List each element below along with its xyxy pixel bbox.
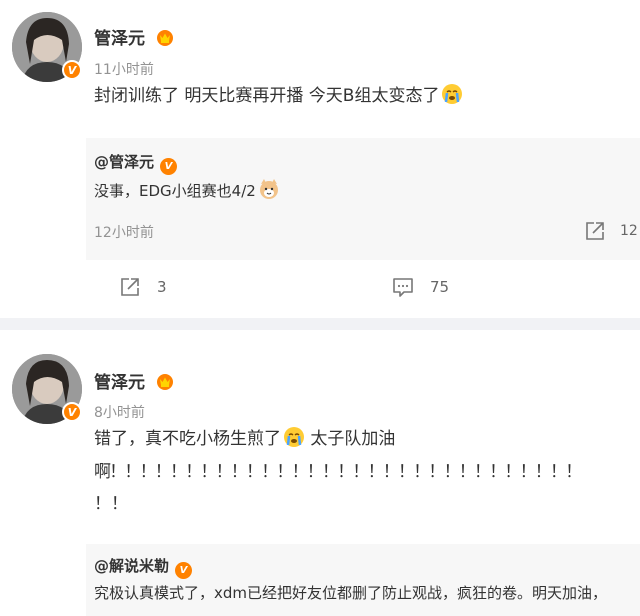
verified-badge-icon: V (62, 60, 82, 80)
verified-badge-icon: V (175, 562, 193, 579)
post-text-line2: 啊！！！！！！！！！！！！！！！！！！！！！！！！！！！！！！！ (94, 462, 582, 482)
post-text-line: 错了，真不吃小杨生煎了 (94, 429, 281, 449)
post-text-line3: ！！ (94, 494, 128, 514)
repost-share-button[interactable]: 12 (584, 220, 638, 242)
share-count: 3 (157, 278, 167, 296)
post-text: 错了，真不吃小杨生煎了 太子队加油 (94, 423, 395, 456)
verified-badge-icon: V (62, 402, 82, 422)
repost-author-text: @管泽元 (94, 153, 155, 171)
comment-icon (393, 278, 413, 297)
feed-post: V 管泽元 8小时前 错了，真不吃小杨生煎了 太子队加油 啊！！！！！！！！！！… (0, 330, 640, 616)
repost-block[interactable]: @解说米勒 V 究极认真模式了，xdm已经把好友位都删了防止观战，疯狂的卷。明天加… (86, 544, 640, 616)
comment-button[interactable]: 75 (392, 276, 449, 298)
cat-emoji-icon (259, 179, 278, 199)
author-name[interactable]: 管泽元 (94, 24, 175, 49)
share-icon (586, 222, 604, 240)
crown-icon (156, 374, 173, 390)
feed-divider (0, 318, 640, 330)
share-button[interactable]: 3 (119, 276, 167, 298)
repost-author[interactable]: @管泽元 V (94, 151, 178, 175)
post-text: 封闭训练了 明天比赛再开播 今天B组太变态了 (94, 80, 463, 113)
repost-author[interactable]: @解说米勒 V (94, 555, 193, 579)
post-time[interactable]: 8小时前 (94, 402, 145, 422)
feed-post: V 管泽元 11小时前 封闭训练了 明天比赛再开播 今天B组太变态了 @管泽元 V… (0, 0, 640, 318)
author-name[interactable]: 管泽元 (94, 368, 175, 393)
author-name-text: 管泽元 (94, 29, 145, 49)
comment-count: 75 (430, 278, 450, 296)
repost-block[interactable]: @管泽元 V 没事，EDG小组赛也4/2 12小时前 12 (86, 138, 640, 260)
author-name-text: 管泽元 (94, 373, 145, 393)
post-text-line: 太子队加油 (305, 429, 396, 449)
repost-author-text: @解说米勒 (94, 557, 170, 575)
crying-emoji-icon (442, 84, 463, 104)
crown-icon (156, 30, 173, 46)
repost-text: 究极认真模式了，xdm已经把好友位都删了防止观战，疯狂的卷。明天加油， (94, 584, 608, 602)
verified-badge-icon: V (160, 158, 178, 175)
crying-emoji-icon (284, 427, 304, 447)
share-icon (121, 278, 139, 296)
repost-text: 没事，EDG小组赛也4/2 (94, 178, 280, 201)
repost-share-count: 12 (620, 223, 638, 239)
repost-text-content: 没事，EDG小组赛也4/2 (94, 182, 256, 200)
post-actions: 3 75 (0, 260, 640, 316)
post-time[interactable]: 11小时前 (94, 59, 154, 79)
post-text-content: 封闭训练了 明天比赛再开播 今天B组太变态了 (94, 86, 440, 106)
repost-time[interactable]: 12小时前 (94, 222, 154, 242)
